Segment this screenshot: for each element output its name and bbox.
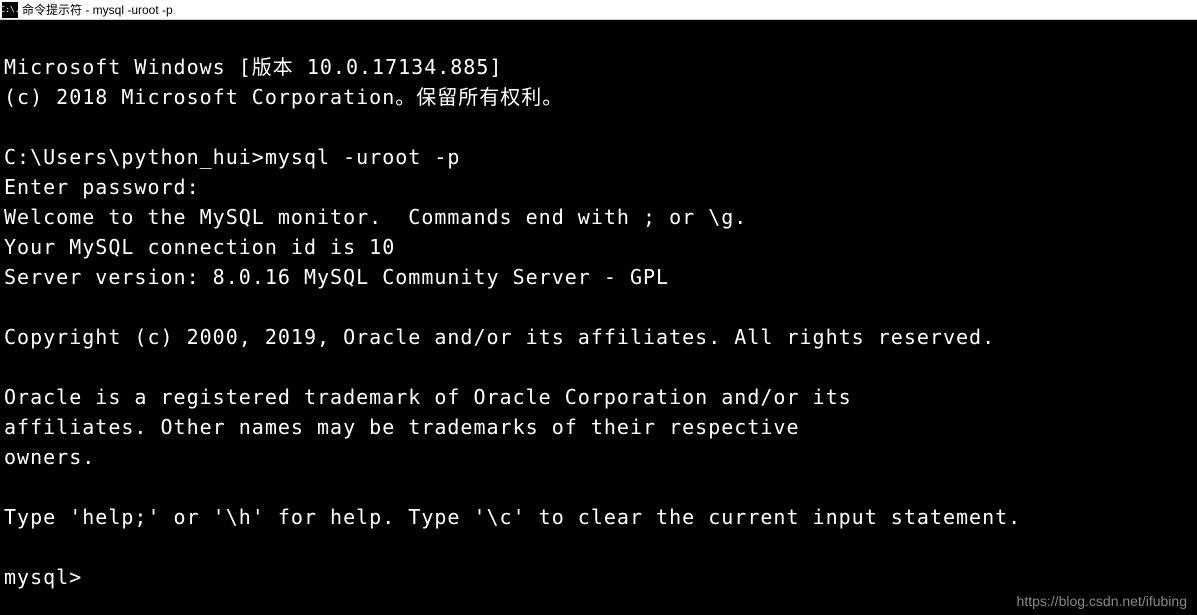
terminal-line: Oracle is a registered trademark of Orac… — [4, 385, 852, 409]
window-title: 命令提示符 - mysql -uroot -p — [22, 1, 173, 18]
terminal-line: Copyright (c) 2000, 2019, Oracle and/or … — [4, 325, 995, 349]
terminal-line: C:\Users\python_hui>mysql -uroot -p — [4, 145, 460, 169]
watermark-text: https://blog.csdn.net/ifubing — [1017, 593, 1187, 609]
terminal-output[interactable]: Microsoft Windows [版本 10.0.17134.885] (c… — [0, 20, 1197, 594]
terminal-line: Type 'help;' or '\h' for help. Type '\c'… — [4, 505, 1021, 529]
terminal-line: Your MySQL connection id is 10 — [4, 235, 395, 259]
terminal-line: owners. — [4, 445, 95, 469]
terminal-line: Welcome to the MySQL monitor. Commands e… — [4, 205, 747, 229]
terminal-line: affiliates. Other names may be trademark… — [4, 415, 800, 439]
terminal-line: Server version: 8.0.16 MySQL Community S… — [4, 265, 669, 289]
window-titlebar[interactable]: C:\. 命令提示符 - mysql -uroot -p — [0, 0, 1197, 20]
terminal-line: (c) 2018 Microsoft Corporation。保留所有权利。 — [4, 85, 563, 109]
mysql-prompt[interactable]: mysql> — [4, 565, 82, 589]
cmd-icon: C:\. — [2, 2, 18, 18]
terminal-line: Microsoft Windows [版本 10.0.17134.885] — [4, 55, 502, 79]
terminal-line: Enter password: — [4, 175, 200, 199]
cmd-icon-text: C:\. — [0, 5, 19, 14]
